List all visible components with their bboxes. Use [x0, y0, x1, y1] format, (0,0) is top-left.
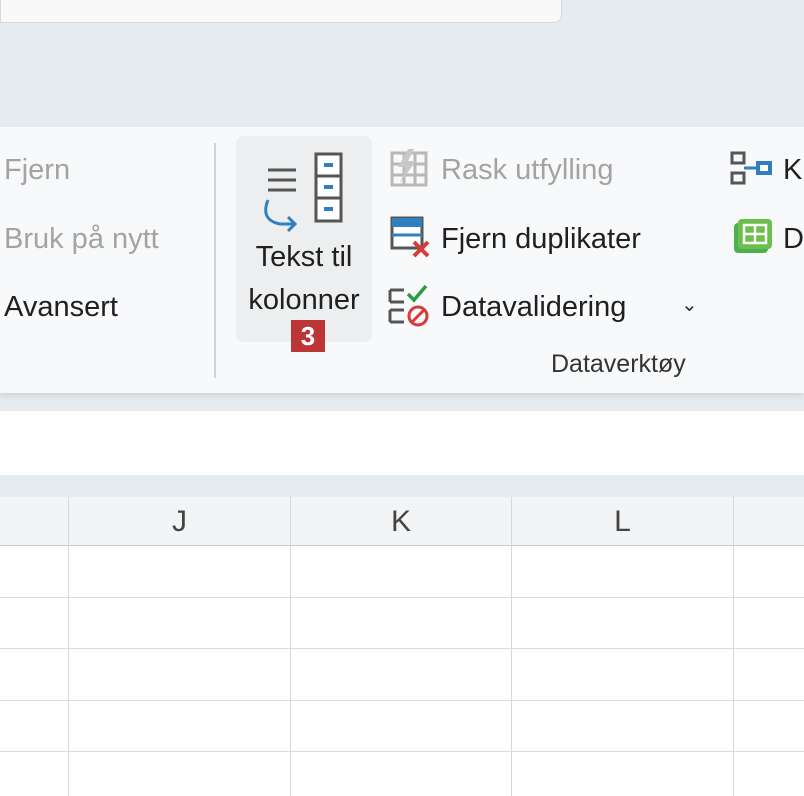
row-divider — [0, 597, 804, 598]
consolidate-icon — [730, 151, 772, 185]
flash-fill-icon — [390, 149, 428, 187]
data-model-icon — [734, 219, 772, 253]
data-validation-button[interactable]: Datavalidering — [441, 289, 626, 325]
column-header-l[interactable]: L — [512, 497, 733, 545]
group-separator — [214, 143, 216, 378]
remove-duplicates-button[interactable]: Fjern duplikater — [441, 221, 641, 257]
remove-duplicates-icon — [390, 216, 430, 258]
advanced-button[interactable]: Avansert — [4, 289, 118, 325]
text-to-columns-button[interactable]: Tekst til kolonner — [236, 136, 372, 342]
group-label-data-tools: Dataverktøy — [551, 350, 686, 378]
formula-bar[interactable] — [0, 411, 804, 475]
text-to-columns-label-line1: Tekst til — [255, 241, 353, 273]
top-panel — [0, 0, 562, 23]
flash-fill-button[interactable]: Rask utfylling — [441, 152, 613, 188]
data-model-button[interactable]: D — [783, 221, 804, 257]
row-divider — [0, 648, 804, 649]
row-divider — [0, 751, 804, 752]
text-to-columns-label-line2: kolonner — [248, 284, 360, 316]
column-header-j[interactable]: J — [69, 497, 290, 545]
reapply-button[interactable]: Bruk på nytt — [4, 221, 159, 257]
row-divider — [0, 700, 804, 701]
data-validation-icon — [388, 284, 429, 327]
text-to-columns-icon — [264, 152, 343, 233]
chevron-down-icon[interactable]: ⌄ — [681, 292, 698, 317]
consolidate-button[interactable]: K — [783, 152, 802, 188]
column-header-row: J K L — [0, 497, 804, 546]
clear-button[interactable]: Fjern — [4, 152, 70, 188]
column-header-k[interactable]: K — [291, 497, 511, 545]
step-badge: 3 — [291, 320, 325, 352]
